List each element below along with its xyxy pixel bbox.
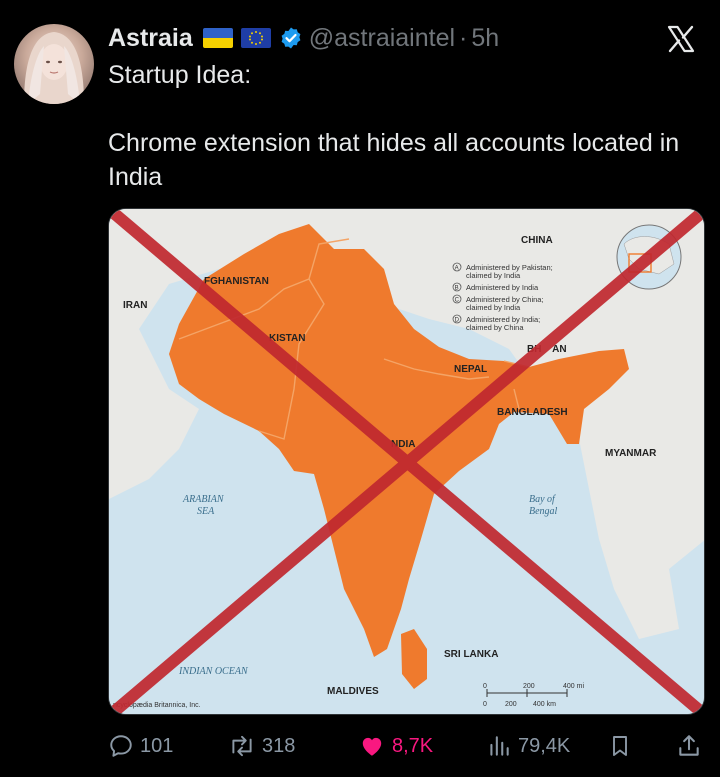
- label-arabian-sea-2: SEA: [197, 506, 215, 517]
- flag-eu-icon: [240, 28, 271, 48]
- label-arabian-sea: ARABIAN: [182, 494, 225, 505]
- repost-icon: [232, 735, 252, 757]
- separator-dot: ·: [459, 23, 468, 52]
- views-icon: [490, 736, 509, 756]
- label-myanmar: MYANMAR: [605, 448, 657, 459]
- x-logo-icon: [667, 25, 695, 53]
- views-count: 79,4K: [518, 734, 571, 757]
- author-name[interactable]: Astraia: [108, 24, 193, 53]
- label-maldives: MALDIVES: [327, 686, 379, 697]
- tweet-media-map[interactable]: A Administered by Pakistan; claimed by I…: [108, 208, 705, 715]
- label-iran: IRAN: [123, 300, 147, 311]
- svg-text:0: 0: [483, 683, 487, 690]
- label-bangladesh: BANGLADESH: [497, 407, 568, 418]
- svg-text:claimed by China: claimed by China: [466, 323, 524, 332]
- verified-badge-icon: [281, 27, 301, 49]
- bookmark-icon: [613, 736, 627, 756]
- label-indian-ocean: INDIAN OCEAN: [178, 666, 249, 677]
- svg-text:400 km: 400 km: [533, 701, 556, 708]
- svg-text:200: 200: [523, 683, 535, 690]
- svg-text:claimed by India: claimed by India: [466, 271, 521, 280]
- reply-count: 101: [140, 734, 174, 757]
- avatar[interactable]: [14, 24, 94, 104]
- svg-text:A: A: [455, 266, 459, 272]
- svg-text:0: 0: [483, 701, 487, 708]
- post-time[interactable]: 5h: [471, 24, 499, 53]
- bookmark-button[interactable]: [608, 728, 638, 764]
- avatar-image: [24, 32, 84, 104]
- like-button[interactable]: 8,7K: [358, 728, 433, 764]
- label-china: CHINA: [521, 235, 553, 246]
- label-nepal: NEPAL: [454, 364, 487, 375]
- repost-button[interactable]: 318: [228, 728, 295, 764]
- author-handle[interactable]: @astraiaintel: [309, 24, 455, 53]
- south-asia-map: A Administered by Pakistan; claimed by I…: [109, 209, 704, 714]
- label-bay-of-bengal-2: Bengal: [529, 506, 558, 517]
- label-afghanistan: FGHANISTAN: [204, 276, 269, 287]
- svg-text:claimed by India: claimed by India: [466, 303, 521, 312]
- flag-ukraine-icon: [202, 28, 233, 48]
- svg-text:B: B: [455, 286, 459, 292]
- reply-icon: [110, 735, 132, 757]
- like-count: 8,7K: [392, 734, 434, 757]
- svg-text:Administered by India: Administered by India: [466, 283, 539, 292]
- tweet-text-line1: Startup Idea:: [108, 61, 252, 89]
- views-button[interactable]: 79,4K: [486, 728, 570, 764]
- action-bar: 101 318 8,7K 79,4K: [108, 728, 708, 764]
- svg-text:D: D: [455, 318, 460, 324]
- svg-text:C: C: [455, 298, 460, 304]
- label-bay-of-bengal: Bay of: [529, 494, 556, 505]
- heart-filled-icon: [362, 737, 382, 756]
- tweet-header: Astraia @astraiaintel · 5h: [108, 22, 499, 54]
- repost-count: 318: [262, 734, 296, 757]
- tweet-text-body: Chrome extension that hides all accounts…: [108, 129, 680, 191]
- share-icon: [679, 735, 699, 756]
- label-sri-lanka: SRI LANKA: [444, 649, 498, 660]
- share-button[interactable]: [676, 728, 708, 764]
- reply-button[interactable]: 101: [108, 728, 173, 764]
- svg-text:200: 200: [505, 701, 517, 708]
- svg-text:400 mi: 400 mi: [563, 683, 584, 690]
